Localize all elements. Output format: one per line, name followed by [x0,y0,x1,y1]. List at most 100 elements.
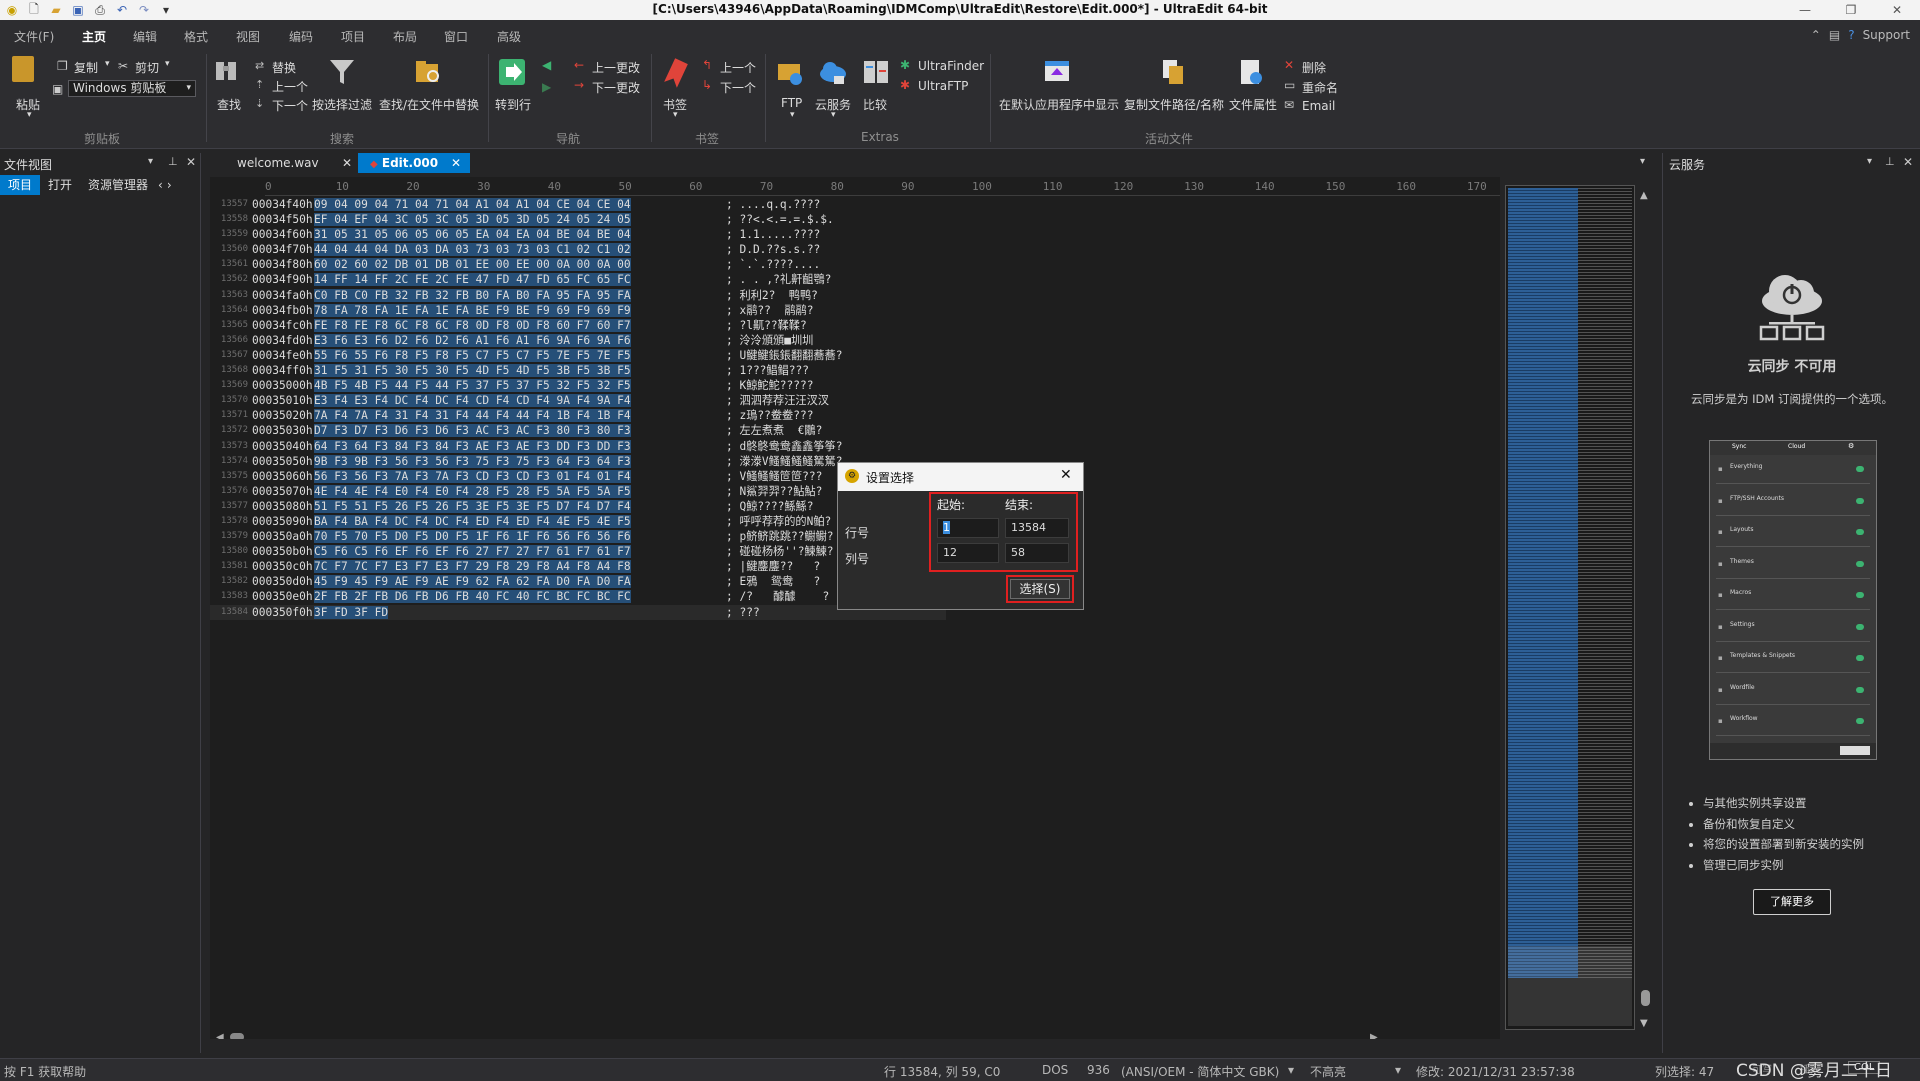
menu-advanced[interactable]: 高级 [497,28,521,45]
cut-button[interactable]: 剪切 [135,59,159,76]
find-button[interactable]: 查找 [217,96,241,113]
hex-line[interactable]: 13565 00034fc0h: FE F8 FE F8 6C F8 6C F8 0… [210,318,946,333]
hex-line[interactable]: 13578 00035090h: BA F4 BA F4 DC F4 DC F4 E… [210,514,946,529]
hex-line[interactable]: 13560 00034f70h: 44 04 44 04 DA 03 DA 03 7… [210,242,946,257]
help-icon[interactable]: ? [1848,28,1854,42]
status-codepage[interactable]: 936 [1087,1063,1110,1077]
panel-menu-icon[interactable]: ▾ [1867,156,1872,167]
vscroll-up-icon[interactable]: ▲ [1640,190,1648,201]
hex-line[interactable]: 13584 000350f0h: 3F FD 3F FD; ??? [210,604,946,620]
hex-line[interactable]: 13572 00035030h: D7 F3 D7 F3 D6 F3 D6 F3 A… [210,423,946,438]
hex-line[interactable]: 13566 00034fd0h: E3 F6 E3 F6 D2 F6 D2 F6 A… [210,333,946,348]
menu-encoding[interactable]: 编码 [289,28,313,45]
copy-path-button[interactable]: 复制文件路径/名称 [1124,96,1224,113]
tab-explorer[interactable]: 资源管理器 [80,175,156,195]
panel-menu-icon[interactable]: ▾ [148,156,153,167]
close-panel-icon[interactable]: ✕ [186,155,196,169]
hex-line[interactable]: 13570 00035010h: E3 F4 E3 F4 DC F4 DC F4 C… [210,393,946,408]
file-properties-button[interactable]: 文件属性 [1229,96,1277,113]
hex-line[interactable]: 13561 00034f80h: 60 02 60 02 DB 01 DB 01 E… [210,257,946,272]
compare-button[interactable]: 比较 [863,96,887,113]
vertical-scrollbar-thumb[interactable] [1641,990,1650,1006]
ftp-button[interactable]: FTP [781,96,802,110]
restore-button[interactable]: ❐ [1828,0,1874,20]
hex-line[interactable]: 13559 00034f60h: 31 05 31 05 06 05 06 05 E… [210,227,946,242]
vscroll-down-icon[interactable]: ▼ [1640,1018,1648,1029]
menu-format[interactable]: 格式 [184,28,208,45]
tab-scroll-right-icon[interactable]: › [165,175,174,195]
filter-selection-button[interactable]: 按选择过滤 [312,96,372,113]
hex-line[interactable]: 13567 00034fe0h: 55 F6 55 F6 F8 F5 F8 F5 C… [210,348,946,363]
hex-line[interactable]: 13562 00034f90h: 14 FF 14 FF 2C FE 2C FE 4… [210,272,946,287]
email-button[interactable]: Email [1302,99,1335,113]
tab-edit-000[interactable]: ◆ Edit.000 ✕ [358,153,470,173]
hex-line[interactable]: 13579 000350a0h: 70 F5 70 F5 D0 F5 D0 F5 1… [210,529,946,544]
vertical-scrollbar[interactable]: ▲ ▼ [1640,190,1652,1035]
cut-dropdown-icon[interactable]: ▾ [165,59,170,69]
next-change-button[interactable]: 下一更改 [592,79,640,96]
copy-path-icon[interactable] [1160,58,1186,86]
bookmark-prev-button[interactable]: 上一个 [720,59,756,76]
file-properties-icon[interactable] [1238,58,1264,86]
encoding-dropdown-icon[interactable]: ▾ [1288,1063,1294,1077]
cloud-dropdown-icon[interactable]: ▾ [831,110,836,120]
hex-line[interactable]: 13571 00035020h: 7A F4 7A F4 31 F4 31 F4 4… [210,408,946,423]
show-default-app-icon[interactable] [1043,58,1071,86]
hex-line[interactable]: 13569 00035000h: 4B F5 4B F5 44 F5 44 F5 3… [210,378,946,393]
hex-line[interactable]: 13576 00035070h: 4E F4 4E F4 E0 F4 E0 F4 2… [210,484,946,499]
hex-line[interactable]: 13574 00035050h: 9B F3 9B F3 56 F3 56 F3 7… [210,454,946,469]
replace-button[interactable]: 替换 [272,59,296,76]
find-prev-button[interactable]: 上一个 [272,78,308,95]
collapse-ribbon-icon[interactable]: ⌃ [1811,28,1821,42]
find-in-files-button[interactable]: 查找/在文件中替换 [379,96,479,113]
hex-line[interactable]: 13581 000350c0h: 7C F7 7C F7 E3 F7 E3 F7 2… [210,559,946,574]
pin-icon[interactable]: ⊥ [1885,155,1895,168]
hscroll-left-icon[interactable]: ◀ [216,1032,224,1039]
hex-line[interactable]: 13582 000350d0h: 45 F9 45 F9 AE F9 AE F9 6… [210,574,946,589]
close-dialog-button[interactable]: ✕ [1060,467,1072,483]
prev-change-button[interactable]: 上一更改 [592,59,640,76]
bookmark-dropdown-icon[interactable]: ▾ [673,110,678,120]
hex-line[interactable]: 13558 00034f50h: EF 04 EF 04 3C 05 3C 05 3… [210,212,946,227]
minimap-viewport[interactable] [1508,946,1632,1026]
hex-line[interactable]: 13573 00035040h: 64 F3 64 F3 84 F3 84 F3 A… [210,439,946,454]
hex-line[interactable]: 13580 000350b0h: C5 F6 C5 F6 EF F6 EF F6 2… [210,544,946,559]
compare-icon[interactable] [862,58,890,86]
minimize-button[interactable]: — [1782,0,1828,20]
ftp-icon[interactable] [776,58,804,86]
close-panel-icon[interactable]: ✕ [1903,155,1913,169]
menu-edit[interactable]: 编辑 [133,28,157,45]
rename-button[interactable]: 重命名 [1302,79,1338,96]
hex-line[interactable]: 13563 00034fa0h: C0 FB C0 FB 32 FB 32 FB B… [210,288,946,303]
delete-button[interactable]: 删除 [1302,59,1326,76]
pin-icon[interactable]: ⊥ [168,155,178,168]
bookmark-icon[interactable] [663,58,689,88]
cloud-icon[interactable] [818,58,848,86]
highlight-dropdown-icon[interactable]: ▾ [1395,1063,1401,1077]
close-window-button[interactable]: ✕ [1874,0,1920,20]
menu-project[interactable]: 项目 [341,28,365,45]
tab-project[interactable]: 项目 [0,175,41,195]
hex-line[interactable]: 13577 00035080h: 51 F5 51 F5 26 F5 26 F5 3… [210,499,946,514]
hex-line[interactable]: 13557 00034f40h: 09 04 09 04 71 04 71 04 A… [210,197,946,212]
tab-welcome-wav[interactable]: welcome.wav ✕ [225,153,377,173]
paste-dropdown-icon[interactable]: ▾ [27,110,32,120]
clipboard-select[interactable]: Windows 剪贴板 ▾ [68,80,196,97]
theme-icon[interactable]: ▤ [1829,28,1840,42]
menu-view[interactable]: 视图 [236,28,260,45]
ultraftp-button[interactable]: UltraFTP [918,79,968,93]
ultrafinder-button[interactable]: UltraFinder [918,59,984,73]
binoculars-icon[interactable] [214,58,238,84]
find-next-button[interactable]: 下一个 [272,97,308,114]
find-in-files-icon[interactable] [414,58,442,86]
goto-line-icon[interactable] [498,58,526,86]
minimap[interactable] [1505,185,1635,1030]
hex-line[interactable]: 13564 00034fb0h: 78 FA 78 FA 1E FA 1E FA B… [210,303,946,318]
menu-layout[interactable]: 布局 [393,28,417,45]
tab-open[interactable]: 打开 [40,175,80,195]
bookmark-next-button[interactable]: 下一个 [720,79,756,96]
tab-list-dropdown-icon[interactable]: ▾ [1640,156,1645,167]
menu-home[interactable]: 主页 [77,28,111,52]
nav-forward-icon[interactable]: ▶ [542,80,551,94]
goto-line-button[interactable]: 转到行 [495,96,531,113]
